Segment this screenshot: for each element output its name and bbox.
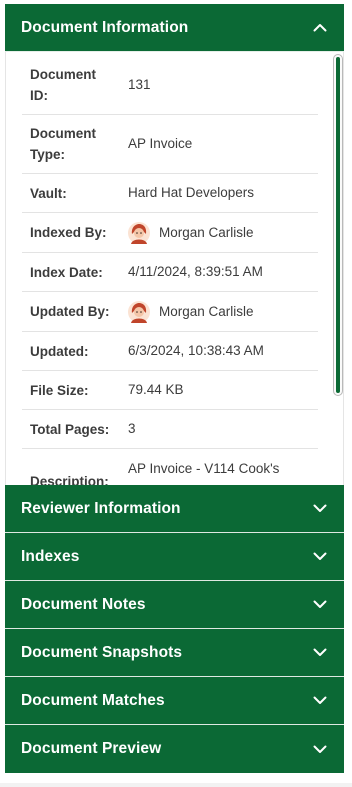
document-id-value: 131 (128, 77, 151, 92)
index-date-label: Index Date: (30, 264, 103, 280)
section-header-document-preview[interactable]: Document Preview (5, 725, 344, 773)
section-title: Document Preview (21, 740, 162, 757)
section-title: Document Matches (21, 691, 165, 709)
chevron-up-icon[interactable] (312, 20, 328, 36)
chevron-down-icon[interactable] (312, 741, 328, 757)
description-value: AP Invoice - V114 Cook's (128, 461, 280, 476)
section-header-document-snapshots[interactable]: Document Snapshots (5, 629, 344, 677)
section-title: Document Notes (21, 595, 146, 613)
updated-value: 6/3/2024, 10:38:43 AM (128, 343, 264, 358)
vault-value: Hard Hat Developers (128, 185, 255, 200)
chevron-down-icon[interactable] (312, 501, 328, 517)
updated-label: Updated: (30, 343, 89, 359)
updated-by-label: Updated By: (30, 304, 110, 319)
chevron-down-icon[interactable] (312, 597, 328, 613)
info-row-description: Description: AP Invoice - V114 Cook's (22, 449, 318, 485)
document-type-value: AP Invoice (128, 136, 193, 151)
info-row-document-type: Document Type: AP Invoice (22, 115, 318, 174)
info-row-updated-by: Updated By: Morgan Carlisle (22, 292, 318, 332)
section-title: Reviewer Information (21, 499, 181, 517)
vault-label: Vault: (30, 185, 67, 201)
updated-by-name: Morgan Carlisle (159, 303, 254, 319)
document-details-panel: Document Information Document ID: 131 Do… (5, 4, 344, 773)
info-row-vault: Vault: Hard Hat Developers (22, 174, 318, 213)
section-title: Document Snapshots (21, 643, 183, 661)
total-pages-label: Total Pages: (30, 421, 110, 437)
document-information-content[interactable]: Document ID: 131 Document Type: AP Invoi… (5, 52, 344, 485)
indexed-by-label: Indexed By: (30, 225, 107, 240)
chevron-down-icon[interactable] (312, 693, 328, 709)
scrollbar-thumb[interactable] (336, 57, 340, 393)
index-date-value: 4/11/2024, 8:39:51 AM (128, 264, 263, 279)
info-row-index-date: Index Date: 4/11/2024, 8:39:51 AM (22, 253, 318, 292)
indexed-by-name: Morgan Carlisle (159, 224, 254, 240)
info-row-updated: Updated: 6/3/2024, 10:38:43 AM (22, 332, 318, 371)
document-id-label: Document ID: (30, 67, 97, 103)
updated-by-value: Morgan Carlisle (114, 300, 318, 323)
info-row-file-size: File Size: 79.44 KB (22, 371, 318, 410)
chevron-down-icon[interactable] (312, 645, 328, 661)
file-size-value: 79.44 KB (128, 382, 184, 397)
indexed-by-value: Morgan Carlisle (114, 221, 318, 244)
user-avatar-icon (128, 221, 150, 244)
section-header-document-matches[interactable]: Document Matches (5, 677, 344, 725)
section-header-indexes[interactable]: Indexes (5, 533, 344, 581)
total-pages-value: 3 (128, 421, 136, 436)
section-header-document-information[interactable]: Document Information (5, 4, 344, 52)
section-header-document-notes[interactable]: Document Notes (5, 581, 344, 629)
document-type-label: Document Type: (30, 126, 97, 162)
file-size-label: File Size: (30, 382, 89, 398)
chevron-down-icon[interactable] (312, 549, 328, 565)
page-bottom-divider (0, 783, 352, 787)
info-row-indexed-by: Indexed By: Morgan Carlisle (22, 213, 318, 253)
description-label: Description: (30, 474, 109, 485)
info-row-total-pages: Total Pages: 3 (22, 410, 318, 449)
user-avatar-icon (128, 300, 150, 323)
section-title: Indexes (21, 547, 80, 565)
info-row-document-id: Document ID: 131 (22, 56, 318, 115)
section-title: Document Information (21, 18, 189, 36)
collapsed-sections: Reviewer Information Indexes Document No… (5, 485, 344, 773)
section-header-reviewer-information[interactable]: Reviewer Information (5, 485, 344, 533)
